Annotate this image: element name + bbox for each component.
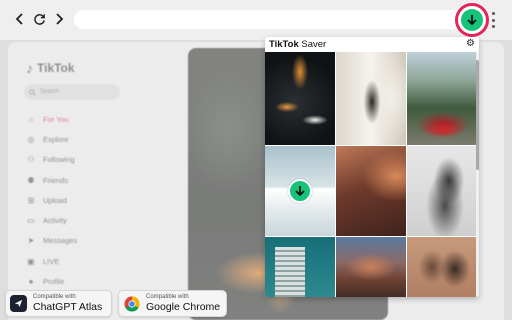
chatgpt-atlas-icon [10, 295, 27, 312]
video-thumbnail[interactable] [407, 52, 476, 145]
search-placeholder: Search [40, 89, 60, 95]
badge-small-text: Compatible with [33, 294, 76, 301]
sidebar-item-label: For You [43, 114, 69, 124]
search-icon [29, 88, 36, 96]
profile-icon: ● [28, 277, 34, 287]
following-icon: ⚇ [27, 155, 35, 165]
video-thumbnail[interactable] [336, 146, 406, 236]
gear-icon[interactable]: ⚙ [466, 38, 475, 50]
popup-title-rest: Saver [298, 39, 327, 50]
thumbnail-download-button[interactable] [288, 179, 312, 203]
tiktok-logo: ♪ TikTok [26, 60, 75, 76]
reload-button[interactable] [31, 11, 47, 27]
back-button[interactable] [12, 11, 28, 27]
kebab-menu-icon[interactable] [490, 12, 496, 28]
sidebar-item-label: Messages [43, 236, 78, 246]
sidebar-item-upload[interactable]: ⊞ Upload [26, 190, 77, 210]
badge-title: Google Chrome [146, 301, 221, 314]
upload-icon: ⊞ [27, 195, 35, 205]
browser-toolbar [0, 0, 512, 40]
friends-icon: ⚉ [27, 175, 35, 185]
sidebar-item-label: LIVE [43, 256, 60, 266]
sidebar-item-label: Profile [43, 277, 65, 287]
video-thumbnail[interactable] [336, 52, 406, 145]
download-arrow-icon [295, 186, 305, 197]
video-thumbnail[interactable] [336, 237, 406, 297]
reload-icon [33, 13, 45, 25]
extension-highlight-ring [455, 3, 489, 37]
video-thumbnail[interactable] [407, 237, 476, 297]
tiktok-saver-popup: TikTok Saver ⚙ [265, 37, 479, 297]
compat-badge-google-chrome: Compatible with Google Chrome [118, 290, 227, 317]
video-thumbnail[interactable] [265, 52, 335, 145]
search-input[interactable]: Search [24, 84, 120, 100]
sidebar-item-label: Activity [43, 216, 67, 226]
messages-icon: ➤ [27, 236, 35, 246]
video-thumbnail[interactable] [265, 237, 335, 297]
popup-scrollbar[interactable] [476, 52, 479, 297]
tiktok-note-icon: ♪ [26, 60, 33, 76]
popup-header: TikTok Saver ⚙ [265, 37, 479, 52]
chevron-right-icon [56, 13, 64, 25]
sidebar-item-explore[interactable]: ◎ Explore [26, 129, 77, 149]
sidebar-item-profile[interactable]: ● Profile [26, 271, 77, 291]
sidebar-item-label: Explore [43, 134, 69, 144]
live-icon: ▣ [27, 256, 35, 266]
chevron-left-icon [15, 13, 23, 25]
sidebar-item-friends[interactable]: ⚉ Friends [26, 170, 77, 190]
video-thumbnail[interactable] [407, 146, 476, 236]
video-thumbnail-grid [265, 52, 476, 297]
tiktok-sidebar-nav: ⌂ For You ◎ Explore ⚇ Following ⚉ Friends ⊞ U… [26, 109, 77, 292]
popup-title: TikTok Saver [269, 39, 326, 50]
sidebar-item-activity[interactable]: ▭ Activity [26, 210, 77, 230]
tiktok-saver-extension-button[interactable] [461, 9, 483, 31]
chrome-icon [123, 295, 140, 312]
address-bar[interactable] [74, 10, 466, 29]
compass-icon: ◎ [27, 134, 35, 144]
sidebar-item-label: Upload [43, 195, 67, 205]
activity-icon: ▭ [27, 216, 35, 226]
compat-badge-chatgpt-atlas: Compatible with ChatGPT Atlas [5, 290, 112, 317]
sidebar-item-label: Following [43, 155, 75, 165]
sidebar-item-following[interactable]: ⚇ Following [26, 150, 77, 170]
badge-title: ChatGPT Atlas [33, 301, 103, 314]
tiktok-logo-text: TikTok [37, 61, 75, 75]
sidebar-item-messages[interactable]: ➤ Messages [26, 231, 78, 251]
sidebar-item-label: Friends [43, 175, 69, 185]
home-icon: ⌂ [28, 114, 34, 124]
forward-button[interactable] [51, 11, 67, 27]
sidebar-item-for-you[interactable]: ⌂ For You [26, 109, 77, 129]
download-arrow-icon [467, 15, 477, 26]
sidebar-item-live[interactable]: ▣ LIVE [26, 251, 77, 271]
popup-title-brand: TikTok [269, 39, 299, 50]
badge-small-text: Compatible with [146, 294, 189, 301]
video-thumbnail[interactable] [265, 146, 335, 236]
scrollbar-thumb[interactable] [476, 60, 479, 170]
